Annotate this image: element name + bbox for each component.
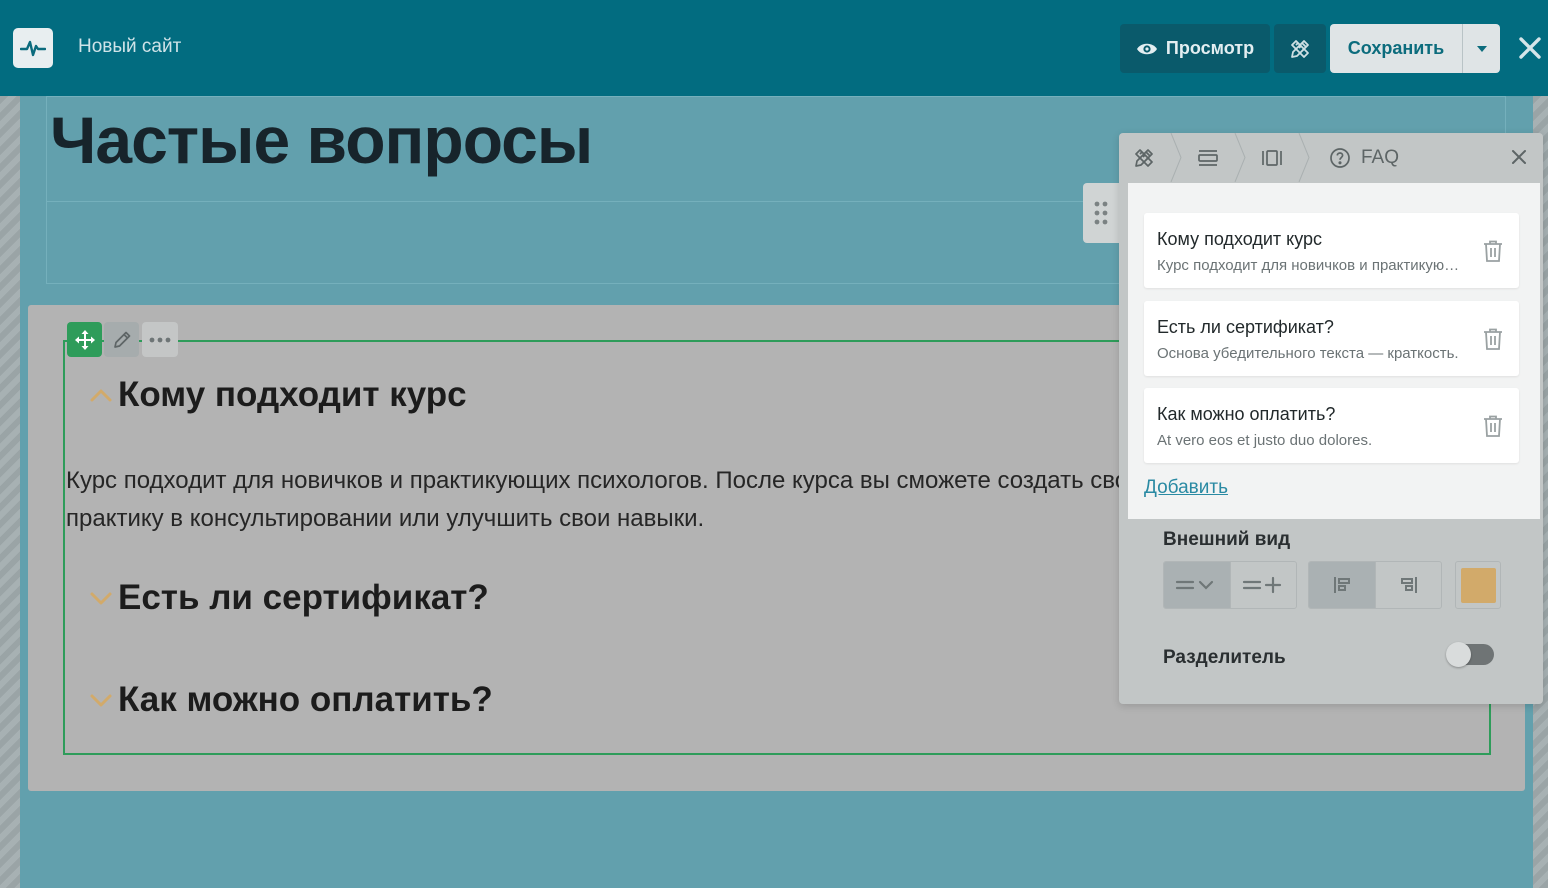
faq-item-title: Есть ли сертификат? <box>1157 317 1334 337</box>
icon-position-right[interactable] <box>1375 562 1441 608</box>
move-block-button[interactable] <box>67 322 102 357</box>
faq-question-title: Есть ли сертификат? <box>118 578 489 617</box>
align-right-icon <box>1400 577 1417 593</box>
pencil-icon <box>113 331 130 348</box>
faq-question-title: Как можно оплатить? <box>118 680 493 719</box>
breadcrumb-section[interactable] <box>1183 133 1233 182</box>
preview-button-label: Просмотр <box>1165 38 1255 58</box>
divider-toggle[interactable] <box>1446 642 1494 667</box>
preview-button[interactable]: Просмотр <box>1120 24 1270 73</box>
save-options-dropdown[interactable] <box>1462 24 1500 73</box>
eye-icon <box>1136 43 1157 54</box>
faq-item-subtitle: At vero eos et justo duo dolores. <box>1157 432 1373 449</box>
faq-item-subtitle: Основа убедительного текста — краткость. <box>1157 345 1459 362</box>
pencil-ruler-icon <box>1291 39 1309 58</box>
close-icon <box>1512 150 1526 164</box>
chevron-down-icon <box>88 585 114 611</box>
icon-style-toggle <box>1163 561 1297 609</box>
trash-icon[interactable] <box>1483 415 1503 437</box>
breadcrumb-faq[interactable]: FAQ <box>1311 133 1399 182</box>
toggle-knob <box>1446 642 1471 667</box>
move-icon <box>74 329 95 350</box>
breadcrumb-separator <box>1170 133 1182 182</box>
trash-icon[interactable] <box>1483 240 1503 262</box>
more-dots-icon <box>149 337 171 342</box>
faq-item-card[interactable]: Как можно оплатить? At vero eos et justo… <box>1144 388 1519 463</box>
icon-style-chevron[interactable] <box>1164 562 1230 608</box>
align-left-icon <box>1334 577 1350 593</box>
faq-item-title: Как можно оплатить? <box>1157 404 1336 424</box>
faq-items-list: Кому подходит курс Курс подходит для нов… <box>1128 183 1540 519</box>
faq-item-subtitle: Курс подходит для новичков и практикующи… <box>1157 257 1469 274</box>
panel-breadcrumb: FAQ <box>1119 133 1543 182</box>
faq-item-card[interactable]: Кому подходит курс Курс подходит для нов… <box>1144 213 1519 288</box>
edit-block-button[interactable] <box>104 322 139 357</box>
chevron-down-icon <box>88 687 114 713</box>
faq-question-2[interactable]: Есть ли сертификат? <box>88 578 489 618</box>
block-icon <box>1262 149 1282 166</box>
faq-answer-text: Курс подходит для новичков и практикующи… <box>66 462 1126 538</box>
more-options-button[interactable] <box>142 322 178 357</box>
icon-position-left[interactable] <box>1309 562 1375 608</box>
faq-item-card[interactable]: Есть ли сертификат? Основа убедительного… <box>1144 301 1519 376</box>
drag-dots-icon <box>1094 201 1108 225</box>
caret-down-icon <box>1476 45 1487 52</box>
equals-plus-icon <box>1242 576 1281 594</box>
faq-question-3[interactable]: Как можно оплатить? <box>88 680 493 720</box>
equals-chevron-icon <box>1175 580 1214 590</box>
faq-question-title: Кому подходит курс <box>118 375 467 414</box>
breadcrumb-separator <box>1234 133 1246 182</box>
appearance-label: Внешний вид <box>1163 529 1291 550</box>
faq-item-title: Кому подходит курс <box>1157 229 1323 249</box>
section-icon <box>1198 149 1218 166</box>
canvas-margin-left <box>0 96 20 888</box>
close-icon <box>1519 37 1541 59</box>
accent-color-picker[interactable] <box>1455 561 1501 609</box>
help-circle-icon <box>1330 147 1350 168</box>
save-button[interactable]: Сохранить <box>1330 24 1462 73</box>
pulse-logo-icon[interactable] <box>13 28 53 68</box>
breadcrumb-design[interactable] <box>1119 133 1169 182</box>
design-tools-button[interactable] <box>1274 24 1326 73</box>
accent-color-swatch <box>1460 567 1496 603</box>
icon-style-plus[interactable] <box>1230 562 1296 608</box>
breadcrumb-separator <box>1298 133 1310 182</box>
panel-close-button[interactable] <box>1509 147 1529 167</box>
trash-icon[interactable] <box>1483 328 1503 350</box>
icon-position-toggle <box>1308 561 1442 609</box>
divider-label: Разделитель <box>1163 647 1286 668</box>
faq-answer: Курс подходит для новичков и практикующи… <box>66 467 1126 532</box>
close-editor-button[interactable] <box>1513 30 1547 66</box>
chevron-up-icon <box>88 382 114 408</box>
add-item-link[interactable]: Добавить <box>1144 477 1228 499</box>
panel-drag-handle[interactable] <box>1083 183 1119 243</box>
breadcrumb-block[interactable] <box>1247 133 1297 182</box>
breadcrumb-faq-label: FAQ <box>1361 146 1400 168</box>
site-title: Новый сайт <box>78 36 182 57</box>
faq-question-1[interactable]: Кому подходит курс <box>88 375 467 415</box>
page-heading[interactable]: Частые вопросы <box>50 102 593 178</box>
top-bar: Новый сайт Просмотр Сохранить <box>0 0 1548 96</box>
pencil-ruler-icon <box>1135 148 1153 167</box>
